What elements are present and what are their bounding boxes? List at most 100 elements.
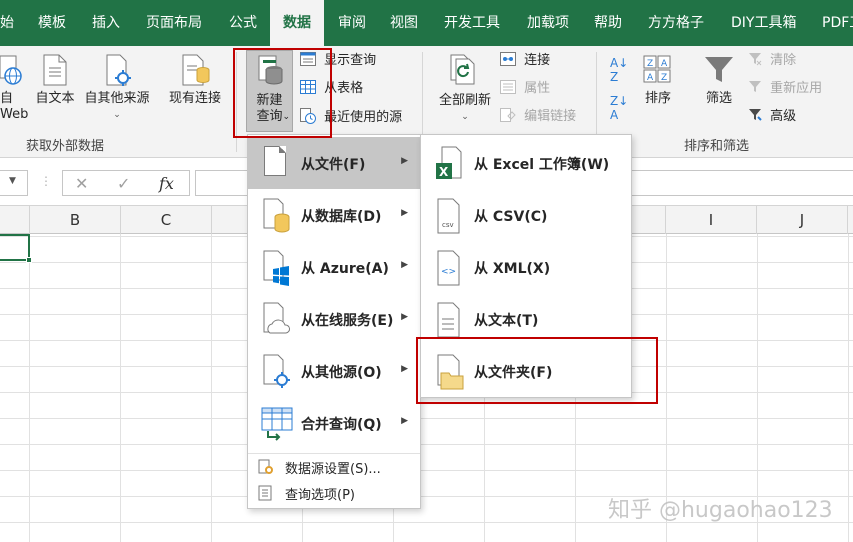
tab-developer[interactable]: 开发工具 <box>444 0 500 46</box>
from-other-sources-label: 自其他来源 <box>84 91 150 106</box>
tab-formulas[interactable]: 公式 <box>229 0 257 46</box>
sort-za-icon: Z↓ A <box>610 94 629 122</box>
menu-item-from-file[interactable]: 从文件(F) ▶ <box>248 137 420 189</box>
clear-filter-button[interactable]: 清除 <box>748 52 796 70</box>
insert-function-icon[interactable]: fx <box>159 174 174 193</box>
refresh-all-button[interactable]: 全部刷新 ⌄ <box>432 54 498 125</box>
menu-label: 从 Azure(A) <box>301 261 389 277</box>
xml-file-icon: <> <box>434 247 466 287</box>
tab-insert[interactable]: 插入 <box>92 0 120 46</box>
properties-label: 属性 <box>524 81 551 96</box>
menu-label: 从文件(F) <box>301 157 366 173</box>
globe-icon <box>0 54 26 86</box>
chevron-right-icon: ▶ <box>401 416 408 426</box>
tab-home[interactable]: 始 <box>0 0 24 46</box>
tab-addins[interactable]: 加载项 <box>527 0 569 46</box>
svg-text:<>: <> <box>441 267 456 277</box>
menu-label: 查询选项(P) <box>285 488 355 503</box>
query-options-icon <box>258 485 274 505</box>
tab-fangfang[interactable]: 方方格子 <box>648 0 704 46</box>
dropdown-arrow-icon: ⌄ <box>461 112 469 122</box>
enter-icon[interactable]: ✓ <box>117 174 130 193</box>
filter-button[interactable]: 筛选 <box>700 54 738 107</box>
grip-icon: ⋮ <box>40 174 52 188</box>
cloud-icon <box>260 299 292 339</box>
group-label-sort-filter: 排序和筛选 <box>684 139 750 154</box>
tab-pdf[interactable]: PDF工 <box>822 0 853 46</box>
from-web-button[interactable]: 自 Web <box>0 54 28 123</box>
svg-text:Z: Z <box>647 59 653 69</box>
svg-text:X: X <box>439 165 449 179</box>
edit-links-label: 编辑链接 <box>524 109 577 124</box>
tab-review[interactable]: 审阅 <box>338 0 366 46</box>
properties-button[interactable]: 属性 <box>500 80 550 98</box>
clear-filter-icon <box>748 52 762 66</box>
highlight-box-new-query <box>233 48 332 138</box>
chevron-down-icon: ▼ <box>9 176 16 186</box>
sort-label: 排序 <box>644 91 671 106</box>
database-icon <box>260 195 292 235</box>
menu-item-from-azure[interactable]: 从 Azure(A) ▶ <box>248 241 420 293</box>
sort-az-icon: A↓ Z <box>610 56 629 84</box>
azure-icon <box>260 247 292 287</box>
from-text-button[interactable]: 自文本 <box>32 54 78 107</box>
menu-item-query-options[interactable]: 查询选项(P) <box>248 481 420 505</box>
menu-item-from-database[interactable]: 从数据库(D) ▶ <box>248 189 420 241</box>
new-query-menu: 从文件(F) ▶ 从数据库(D) ▶ 从 Azure(A) ▶ 从在线服务(E)… <box>247 134 421 509</box>
dropdown-arrow-icon: ⌄ <box>113 110 121 120</box>
svg-text:A: A <box>661 59 668 69</box>
menu-label: 从 XML(X) <box>474 261 551 277</box>
reapply-button[interactable]: 重新应用 <box>748 80 822 98</box>
text-file-icon <box>40 54 70 86</box>
name-box[interactable]: ▼ <box>0 170 28 196</box>
column-header-a[interactable] <box>0 206 30 234</box>
highlight-box-from-folder <box>416 337 658 404</box>
menu-label: 数据源设置(S)... <box>285 462 381 477</box>
existing-connections-button[interactable]: 现有连接 <box>164 54 226 107</box>
combine-queries-icon <box>260 403 293 443</box>
tab-page-layout[interactable]: 页面布局 <box>146 0 202 46</box>
edit-links-button[interactable]: 编辑链接 <box>500 108 576 126</box>
advanced-filter-icon <box>748 108 762 122</box>
ribbon-tab-bar: 始 模板 插入 页面布局 公式 数据 审阅 视图 开发工具 加载项 帮助 方方格… <box>0 0 853 46</box>
chevron-right-icon: ▶ <box>401 364 408 374</box>
menu-item-combine-queries[interactable]: 合并查询(Q) ▶ <box>248 397 420 449</box>
menu-item-data-source-settings[interactable]: 数据源设置(S)... <box>248 455 420 479</box>
advanced-filter-button[interactable]: 高级 <box>748 108 796 126</box>
column-header-j[interactable]: J <box>757 206 848 234</box>
sort-ascending-button[interactable]: A↓ Z <box>610 56 628 84</box>
connections-label: 连接 <box>524 53 551 68</box>
sort-button[interactable]: ZAAZ 排序 <box>638 54 678 107</box>
connections-button[interactable]: 连接 <box>500 52 550 70</box>
refresh-icon <box>449 54 481 88</box>
tab-diy-toolbox[interactable]: DIY工具箱 <box>731 0 796 46</box>
filter-funnel-icon <box>703 54 735 86</box>
chevron-right-icon: ▶ <box>401 260 408 270</box>
reapply-icon <box>748 80 762 94</box>
menu-item-from-online-services[interactable]: 从在线服务(E) ▶ <box>248 293 420 345</box>
tab-view[interactable]: 视图 <box>390 0 418 46</box>
menu-item-from-other-sources[interactable]: 从其他源(O) ▶ <box>248 345 420 397</box>
tab-template[interactable]: 模板 <box>38 0 66 46</box>
cancel-icon[interactable]: ✕ <box>75 174 88 193</box>
recent-sources-label: 最近使用的源 <box>324 110 403 125</box>
menu-label: 合并查询(Q) <box>301 417 382 433</box>
other-sources-icon <box>260 351 292 391</box>
menu-label: 从数据库(D) <box>301 209 382 225</box>
properties-icon <box>500 80 516 94</box>
sort-descending-button[interactable]: Z↓ A <box>610 94 628 122</box>
csv-file-icon: csv <box>434 195 466 235</box>
column-header-b[interactable]: B <box>30 206 121 234</box>
submenu-item-from-xml[interactable]: <> 从 XML(X) <box>421 241 631 293</box>
tab-data[interactable]: 数据 <box>270 0 324 46</box>
menu-label: 从文本(T) <box>474 313 539 329</box>
menu-label: 从在线服务(E) <box>301 313 394 329</box>
from-other-sources-button[interactable]: 自其他来源 ⌄ <box>80 54 154 123</box>
fill-handle[interactable] <box>26 257 32 263</box>
column-header-c[interactable]: C <box>121 206 212 234</box>
submenu-item-from-excel[interactable]: X 从 Excel 工作簿(W) <box>421 137 631 189</box>
chevron-right-icon: ▶ <box>401 312 408 322</box>
submenu-item-from-csv[interactable]: csv 从 CSV(C) <box>421 189 631 241</box>
tab-help[interactable]: 帮助 <box>594 0 622 46</box>
column-header-i[interactable]: I <box>666 206 757 234</box>
